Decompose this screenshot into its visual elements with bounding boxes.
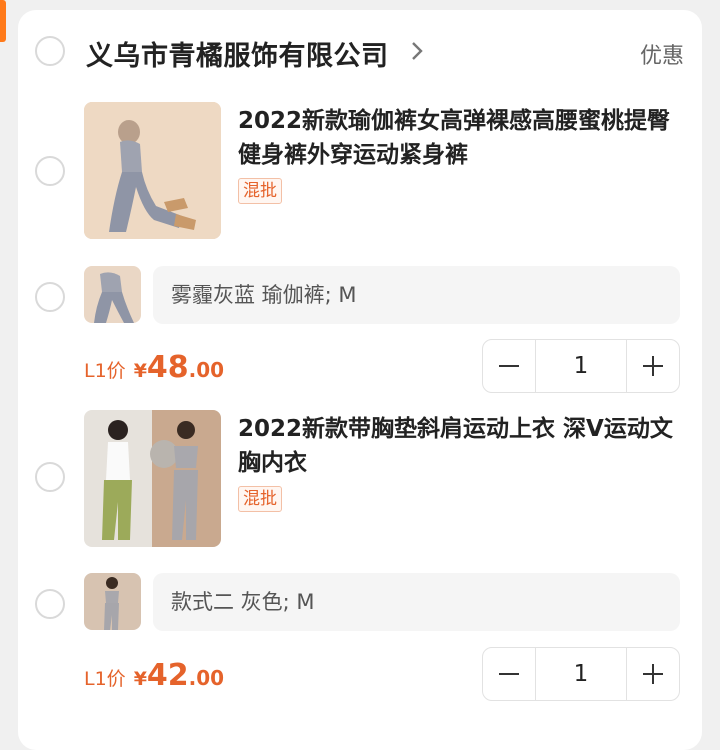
price-currency: ¥	[133, 360, 147, 382]
minus-icon	[499, 365, 519, 367]
item-select-radio[interactable]	[35, 462, 65, 492]
minus-icon	[499, 673, 519, 675]
price-level-label: L1价	[84, 668, 126, 690]
product-image[interactable]	[84, 102, 221, 239]
shop-select-radio[interactable]	[35, 36, 65, 66]
quantity-input[interactable]: 1	[535, 648, 627, 700]
decrease-button[interactable]	[483, 340, 535, 392]
shop-card: 义乌市青橘服饰有限公司 优惠 2022新款瑜伽裤女高弹裸感高腰蜜桃提臀健身裤外穿…	[18, 10, 702, 750]
accent-bar	[0, 0, 6, 42]
plus-icon	[643, 664, 663, 684]
price-decimal: .00	[188, 358, 225, 382]
plus-icon	[643, 356, 663, 376]
sku-thumbnail	[84, 266, 141, 323]
mix-batch-tag: 混批	[238, 486, 282, 512]
price-decimal: .00	[188, 666, 225, 690]
increase-button[interactable]	[627, 648, 679, 700]
sku-thumbnail	[84, 573, 141, 630]
price-level-label: L1价	[84, 360, 126, 382]
decrease-button[interactable]	[483, 648, 535, 700]
price-row: L1价 ¥48.00	[84, 350, 224, 385]
shop-name[interactable]: 义乌市青橘服饰有限公司	[86, 34, 389, 73]
item-select-radio[interactable]	[35, 156, 65, 186]
price-integer: 42	[146, 658, 189, 693]
sku-select-radio[interactable]	[35, 282, 65, 312]
product-title[interactable]: 2022新款瑜伽裤女高弹裸感高腰蜜桃提臀健身裤外穿运动紧身裤	[238, 104, 678, 172]
quantity-stepper: 1	[482, 647, 680, 701]
product-image[interactable]	[84, 410, 221, 547]
increase-button[interactable]	[627, 340, 679, 392]
sku-spec-selector[interactable]: 雾霾灰蓝 瑜伽裤; M	[153, 266, 680, 324]
sku-spec-selector[interactable]: 款式二 灰色; M	[153, 573, 680, 631]
price-integer: 48	[146, 350, 189, 385]
quantity-stepper: 1	[482, 339, 680, 393]
price-row: L1价 ¥42.00	[84, 658, 224, 693]
discount-button[interactable]: 优惠	[640, 38, 684, 70]
mix-batch-tag: 混批	[238, 178, 282, 204]
chevron-right-icon[interactable]	[410, 40, 424, 62]
price-currency: ¥	[133, 668, 147, 690]
quantity-input[interactable]: 1	[535, 340, 627, 392]
product-title[interactable]: 2022新款带胸垫斜肩运动上衣 深V运动文胸内衣	[238, 412, 678, 480]
sku-select-radio[interactable]	[35, 589, 65, 619]
